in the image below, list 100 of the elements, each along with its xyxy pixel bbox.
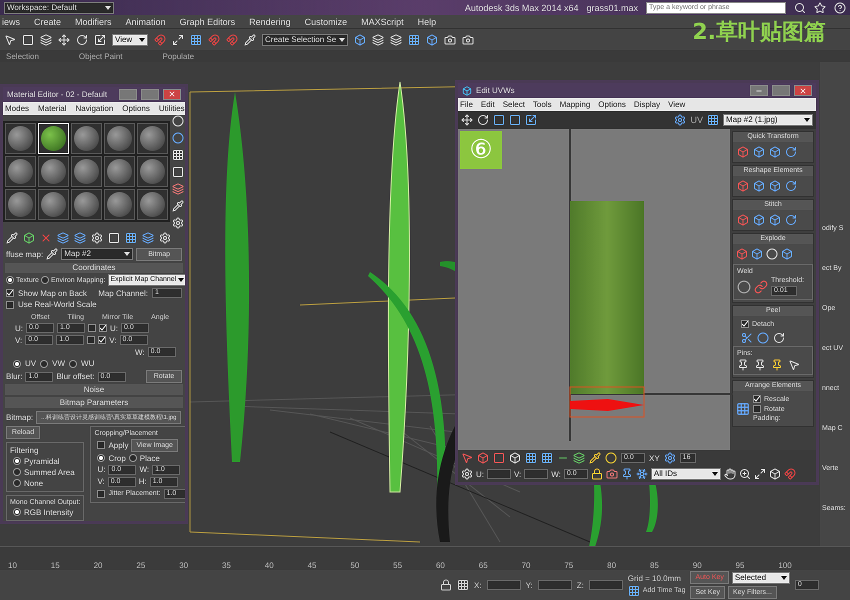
peel-icon[interactable] (741, 332, 753, 344)
unpin-icon[interactable] (754, 359, 766, 371)
get-material-icon[interactable] (6, 232, 18, 244)
polygon-icon[interactable] (493, 452, 505, 464)
x-field[interactable] (486, 580, 521, 590)
menu-item[interactable]: Help (418, 16, 436, 26)
close-button[interactable] (163, 88, 181, 100)
menu-item[interactable]: Customize (304, 16, 348, 26)
weld-icon[interactable] (754, 280, 768, 294)
menu-item[interactable]: Edit (480, 100, 495, 109)
layer-icon[interactable] (390, 34, 402, 46)
checkbox[interactable] (98, 336, 106, 344)
checkbox[interactable] (753, 405, 761, 413)
snap-icon[interactable] (154, 34, 166, 46)
percent-snap-icon[interactable] (226, 34, 238, 46)
close-icon[interactable] (799, 86, 807, 94)
help-icon[interactable] (834, 2, 846, 14)
preview-icon[interactable] (172, 200, 184, 212)
menu-item[interactable]: Select (502, 100, 525, 109)
key-mode-dropdown[interactable]: Selected (732, 572, 790, 584)
selection-set-dropdown[interactable]: Create Selection Se (262, 34, 348, 46)
absolute-mode-icon[interactable] (457, 579, 469, 591)
maximize-button[interactable] (141, 88, 159, 100)
tool-icon[interactable] (781, 248, 793, 260)
settings-icon[interactable] (461, 468, 473, 480)
menu-item[interactable]: Modifiers (75, 16, 112, 26)
ribbon-tab[interactable]: Populate (162, 52, 194, 60)
video-color-icon[interactable] (172, 182, 184, 195)
select-icon[interactable] (4, 34, 16, 46)
radio-button[interactable] (13, 508, 21, 516)
menu-item[interactable]: Create (34, 16, 62, 26)
checkbox[interactable] (88, 324, 96, 332)
ids-dropdown[interactable]: All IDs (650, 468, 721, 480)
tool-icon[interactable] (785, 180, 797, 192)
z-field[interactable] (588, 580, 623, 590)
radio-button[interactable] (97, 454, 106, 462)
scale-icon[interactable] (493, 114, 505, 126)
soft-select-icon[interactable] (605, 452, 617, 464)
tool-icon[interactable] (753, 180, 765, 192)
radio-button[interactable] (128, 454, 137, 462)
move-icon[interactable] (461, 114, 473, 126)
reset-peel-icon[interactable] (757, 332, 769, 344)
menu-item[interactable]: Display (634, 100, 660, 109)
target-icon[interactable] (737, 280, 751, 294)
close-button[interactable] (794, 85, 812, 96)
u-field[interactable] (487, 469, 511, 479)
checkbox[interactable] (97, 441, 106, 450)
menu-item[interactable]: Rendering (249, 16, 291, 26)
rotate-icon[interactable] (76, 34, 88, 46)
eyedropper-icon[interactable] (46, 248, 58, 260)
put-material-icon[interactable] (23, 232, 35, 244)
shrink-icon[interactable] (541, 452, 553, 464)
minimize-button[interactable] (119, 88, 137, 100)
workspace-dropdown[interactable]: Workspace: Default (4, 2, 114, 14)
background-icon[interactable] (172, 148, 184, 161)
tool-icon[interactable] (785, 146, 797, 158)
tool-icon[interactable] (769, 214, 781, 226)
menu-item[interactable]: View (668, 100, 686, 109)
backlight-icon[interactable] (172, 132, 184, 144)
checkbox[interactable] (6, 289, 14, 298)
material-icon[interactable] (426, 34, 438, 46)
menu-item[interactable]: iews (2, 16, 20, 26)
checkbox[interactable] (6, 300, 14, 309)
timeline[interactable]: 10 15 20 25 30 35 40 45 50 55 60 65 70 75 80 85 90 95 100 (0, 546, 850, 570)
grow-icon[interactable] (525, 452, 537, 464)
menu-item[interactable]: Utilities (158, 104, 185, 113)
sample-type-icon[interactable] (172, 114, 184, 127)
radio-button[interactable] (40, 360, 48, 368)
auto-pin-icon[interactable] (771, 359, 783, 371)
checkbox[interactable] (99, 324, 107, 332)
star-icon[interactable] (814, 2, 826, 14)
lock-icon[interactable] (440, 579, 452, 591)
show-map-icon[interactable] (125, 232, 137, 244)
options-icon[interactable] (172, 216, 184, 229)
zoom-extents-icon[interactable] (754, 468, 766, 480)
tool-icon[interactable] (769, 180, 781, 192)
menu-item[interactable]: MAXScript (361, 16, 404, 26)
hide-icon[interactable] (606, 468, 618, 480)
undo-icon[interactable] (773, 332, 785, 344)
rotate-icon[interactable] (477, 114, 489, 126)
map-name-field[interactable]: Map #2 (61, 248, 134, 260)
radio-button[interactable] (13, 360, 21, 368)
radio-button[interactable] (13, 468, 21, 476)
menu-item[interactable]: Mapping (560, 100, 590, 109)
radio-button[interactable] (13, 457, 21, 466)
pan-icon[interactable] (724, 468, 736, 480)
menu-item[interactable]: Navigation (75, 104, 114, 113)
menu-item[interactable]: Options (122, 104, 150, 113)
view-icon[interactable] (768, 468, 781, 480)
tool-icon[interactable] (785, 214, 797, 226)
pin-icon[interactable] (737, 359, 749, 371)
radio-button[interactable] (6, 276, 14, 284)
menu-item[interactable]: Tools (532, 100, 552, 109)
map-dropdown[interactable]: Map #2 (1.jpg) (723, 114, 813, 126)
menu-item[interactable]: Graph Editors (180, 16, 236, 26)
minimize-button[interactable] (750, 85, 768, 96)
angle-snap-icon[interactable] (208, 34, 220, 46)
region-select-icon[interactable] (22, 34, 34, 46)
render-icon[interactable] (462, 34, 474, 46)
tool-icon[interactable] (751, 248, 763, 260)
